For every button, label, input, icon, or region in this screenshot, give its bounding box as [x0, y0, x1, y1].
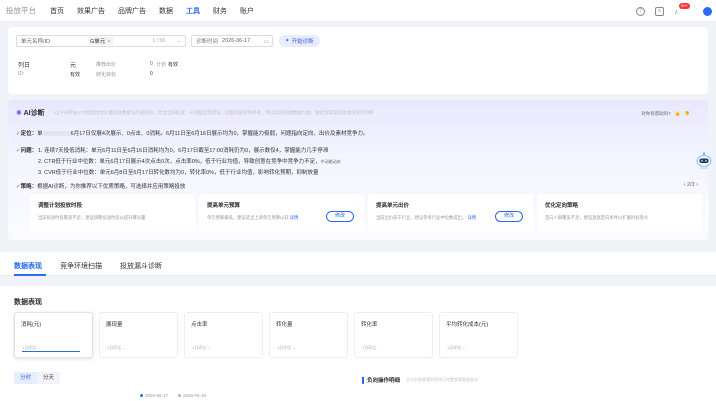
filter-card: 单元名称/ID G单元 × 1 / 50 ⌄ 诊断时间 2026-06-17 ▭ … — [8, 27, 708, 94]
thumbs-down-icon[interactable]: 👎 — [684, 111, 690, 117]
strategy-card-partial[interactable]: 优 — [706, 194, 708, 232]
strategy-cards: 调整计划投放时段 当前投放时段覆盖不足，建议调整投放时段以提升曝光量 提高单元预… — [30, 194, 708, 232]
platform-logo[interactable]: 投放平台 — [0, 5, 50, 16]
feedback-area: 对你有帮助吗? 👍 👎 — [641, 111, 690, 117]
info-date: 列日 — [18, 63, 31, 69]
feedback-label: 对你有帮助吗? — [641, 111, 671, 116]
nav-finance[interactable]: 财务 — [213, 6, 227, 16]
nav-account[interactable]: 账户 — [240, 6, 254, 16]
strategy-card-schedule[interactable]: 调整计划投放时段 当前投放时段覆盖不足，建议调整投放时段以提升曝光量 — [30, 194, 195, 232]
info-unit-status: 有效 — [70, 72, 81, 78]
problem-item: 2. CTR低于行业中位数：单元6月17日展示4次点击0次，点击率0%，低于行业… — [38, 159, 341, 165]
info-bid-value: 0 — [150, 61, 153, 67]
metric-card-cvr[interactable]: 转化率 1日环比 -- — [354, 312, 433, 358]
tag-close-icon[interactable]: × — [107, 39, 110, 45]
chevron-right-icon[interactable]: › — [696, 182, 698, 188]
ai-diagnosis-card: ✺ AI诊断 以下诊断由AI大模型结合大量投放数据与历史经验，结合当前投放，AI… — [8, 100, 708, 240]
info-bid-label: 推荐出价 — [96, 62, 117, 68]
nav-tools[interactable]: 工具 — [186, 6, 200, 16]
info-plan-label: 计划 — [156, 62, 167, 68]
granularity-toggle: 分时 分天 — [14, 372, 61, 384]
chevron-left-icon[interactable]: ‹ — [684, 182, 686, 188]
detail-link[interactable]: 详情 — [290, 215, 299, 220]
problem-head: ✓问题： — [16, 148, 38, 154]
info-target-value: 0 — [150, 71, 153, 77]
info-plan-status: 有效 — [168, 62, 179, 68]
date-value: 2026-06-17 — [222, 38, 251, 44]
ai-title: ✺ AI诊断 — [16, 110, 45, 117]
data-performance-panel: 数据表现 消耗(元) 1日环比 -- 展现量 1日环比 -- 点击率 1日环比 … — [0, 286, 716, 401]
strategy-line: ✓策略：根据AI诊断，为你推荐以下优质策略，可选择并应用策略投放 — [16, 184, 186, 190]
nav-brand-ads[interactable]: 品牌广告 — [118, 6, 146, 16]
negative-op-log-title: 负向操作明细 点击右侧查看时间线可完整查看数据变动 — [362, 376, 478, 384]
top-nav: 投放平台 首页 效果广告 品牌广告 数据 工具 财务 账户 ? ≡ ♪ 99+ — [0, 0, 716, 22]
thumbs-up-icon[interactable]: 👍 — [675, 111, 681, 117]
user-avatar[interactable] — [703, 6, 712, 16]
toggle-hourly[interactable]: 分时 — [14, 372, 38, 384]
metric-card-ctr[interactable]: 点击率 1日环比 -- — [184, 312, 263, 358]
tab-funnel-diagnosis[interactable]: 投放漏斗诊断 — [120, 261, 162, 271]
problem-item: 3. CVR低于行业中位数：单元6月8日至6月17日转化数均为0，转化率0%，低… — [38, 170, 319, 176]
nav-data[interactable]: 数据 — [159, 6, 173, 16]
unit-info: 列日 元 推荐出价 0 计划 有效 ID: 有效 转化目标 0 — [18, 60, 198, 84]
ai-assistant-robot-icon[interactable] — [696, 152, 712, 170]
toggle-daily[interactable]: 分天 — [37, 372, 60, 384]
notification-badge: 99+ — [679, 2, 690, 9]
metric-active-bar — [22, 350, 80, 352]
legend-item[interactable]: 2026-06-17 — [140, 393, 168, 398]
strategy-card-targeting[interactable]: 优化定向策略 定向人群覆盖不足，建议放宽定向条件以扩展目标受众 — [537, 194, 702, 232]
legend-item[interactable]: 2026-06-16 — [178, 393, 206, 398]
ai-disclaimer: 以下诊断由AI大模型结合大量投放数据与历史经验，结合当前投放，AI可能出现错误，… — [54, 110, 374, 115]
sparkle-icon: ✦ — [285, 38, 290, 44]
nav-home[interactable]: 首页 — [50, 6, 64, 16]
ai-logo-icon: ✺ — [16, 110, 22, 117]
strategy-card-bid[interactable]: 提高单元出价 当前出价低于行业，建议参考行业中位数提出， 详情 修改 — [368, 194, 533, 232]
strategy-pager: ‹ 2/3 › — [683, 182, 698, 188]
date-label: 诊断时间 — [196, 39, 219, 45]
tab-competition-scan[interactable]: 竞争环境扫描 — [60, 261, 102, 271]
info-id-label: ID: — [18, 71, 25, 77]
chart-legend: 2026-06-17 2026-06-16 — [140, 393, 206, 398]
modify-bid-button[interactable]: 修改 — [495, 211, 523, 222]
chevron-down-icon: ⌄ — [176, 38, 181, 44]
op-log-hint: 点击右侧查看时间线可完整查看数据变动 — [406, 377, 479, 382]
select-count: 1 / 50 — [152, 38, 165, 44]
title-accent-bar — [362, 376, 364, 384]
info-target-label: 转化目标 — [96, 72, 117, 78]
calendar-icon: ▭ — [263, 38, 269, 45]
info-unit: 元 — [70, 63, 77, 69]
nav-performance-ads[interactable]: 效果广告 — [77, 6, 105, 16]
selected-unit-tag: G单元 × — [88, 37, 113, 45]
start-diagnosis-button[interactable]: ✦ 开始诊断 — [279, 35, 320, 47]
metric-card-cost[interactable]: 消耗(元) 1日环比 -- — [14, 312, 93, 358]
bell-icon[interactable]: ♪ 99+ — [674, 2, 690, 16]
modify-budget-button[interactable]: 修改 — [326, 211, 354, 222]
detail-link[interactable]: 详情 — [467, 215, 476, 220]
problem-item: 1. 连续7天投低消耗：单元6月11日至6月16日消耗均为0，6月17日截至17… — [38, 148, 329, 154]
strategy-card-budget[interactable]: 提高单元预算 单元预算偏低，建议适当上调单元预算以获 详情 修改 — [199, 194, 364, 232]
unit-select[interactable]: 单元名称/ID G单元 × 1 / 50 ⌄ — [16, 35, 186, 47]
position-line: ✓定位：单 6月17日仅展4次展示、0点击、0消耗。6月11日至6月16日展示均为… — [16, 131, 369, 137]
unit-select-label: 单元名称/ID — [21, 39, 51, 45]
section-title: 数据表现 — [14, 299, 42, 306]
active-tab-indicator — [14, 274, 46, 276]
tab-data-performance[interactable]: 数据表现 — [14, 261, 42, 271]
metric-card-avg-cost[interactable]: 平均转化成本(元) 1日环比 -- — [439, 312, 518, 358]
metric-cards: 消耗(元) 1日环比 -- 展现量 1日环比 -- 点击率 1日环比 -- 转化… — [14, 312, 704, 358]
metric-card-impressions[interactable]: 展现量 1日环比 -- — [99, 312, 178, 358]
diagnosis-tabs: 数据表现 竞争环境扫描 投放漏斗诊断 — [0, 252, 716, 276]
message-icon[interactable]: ≡ — [655, 6, 664, 16]
help-icon[interactable]: ? — [636, 6, 645, 16]
metric-card-conversions[interactable]: 转化量 1日环比 -- — [269, 312, 348, 358]
date-picker[interactable]: 诊断时间 2026-06-17 ▭ — [191, 35, 273, 47]
masked-unit-name — [42, 131, 71, 137]
